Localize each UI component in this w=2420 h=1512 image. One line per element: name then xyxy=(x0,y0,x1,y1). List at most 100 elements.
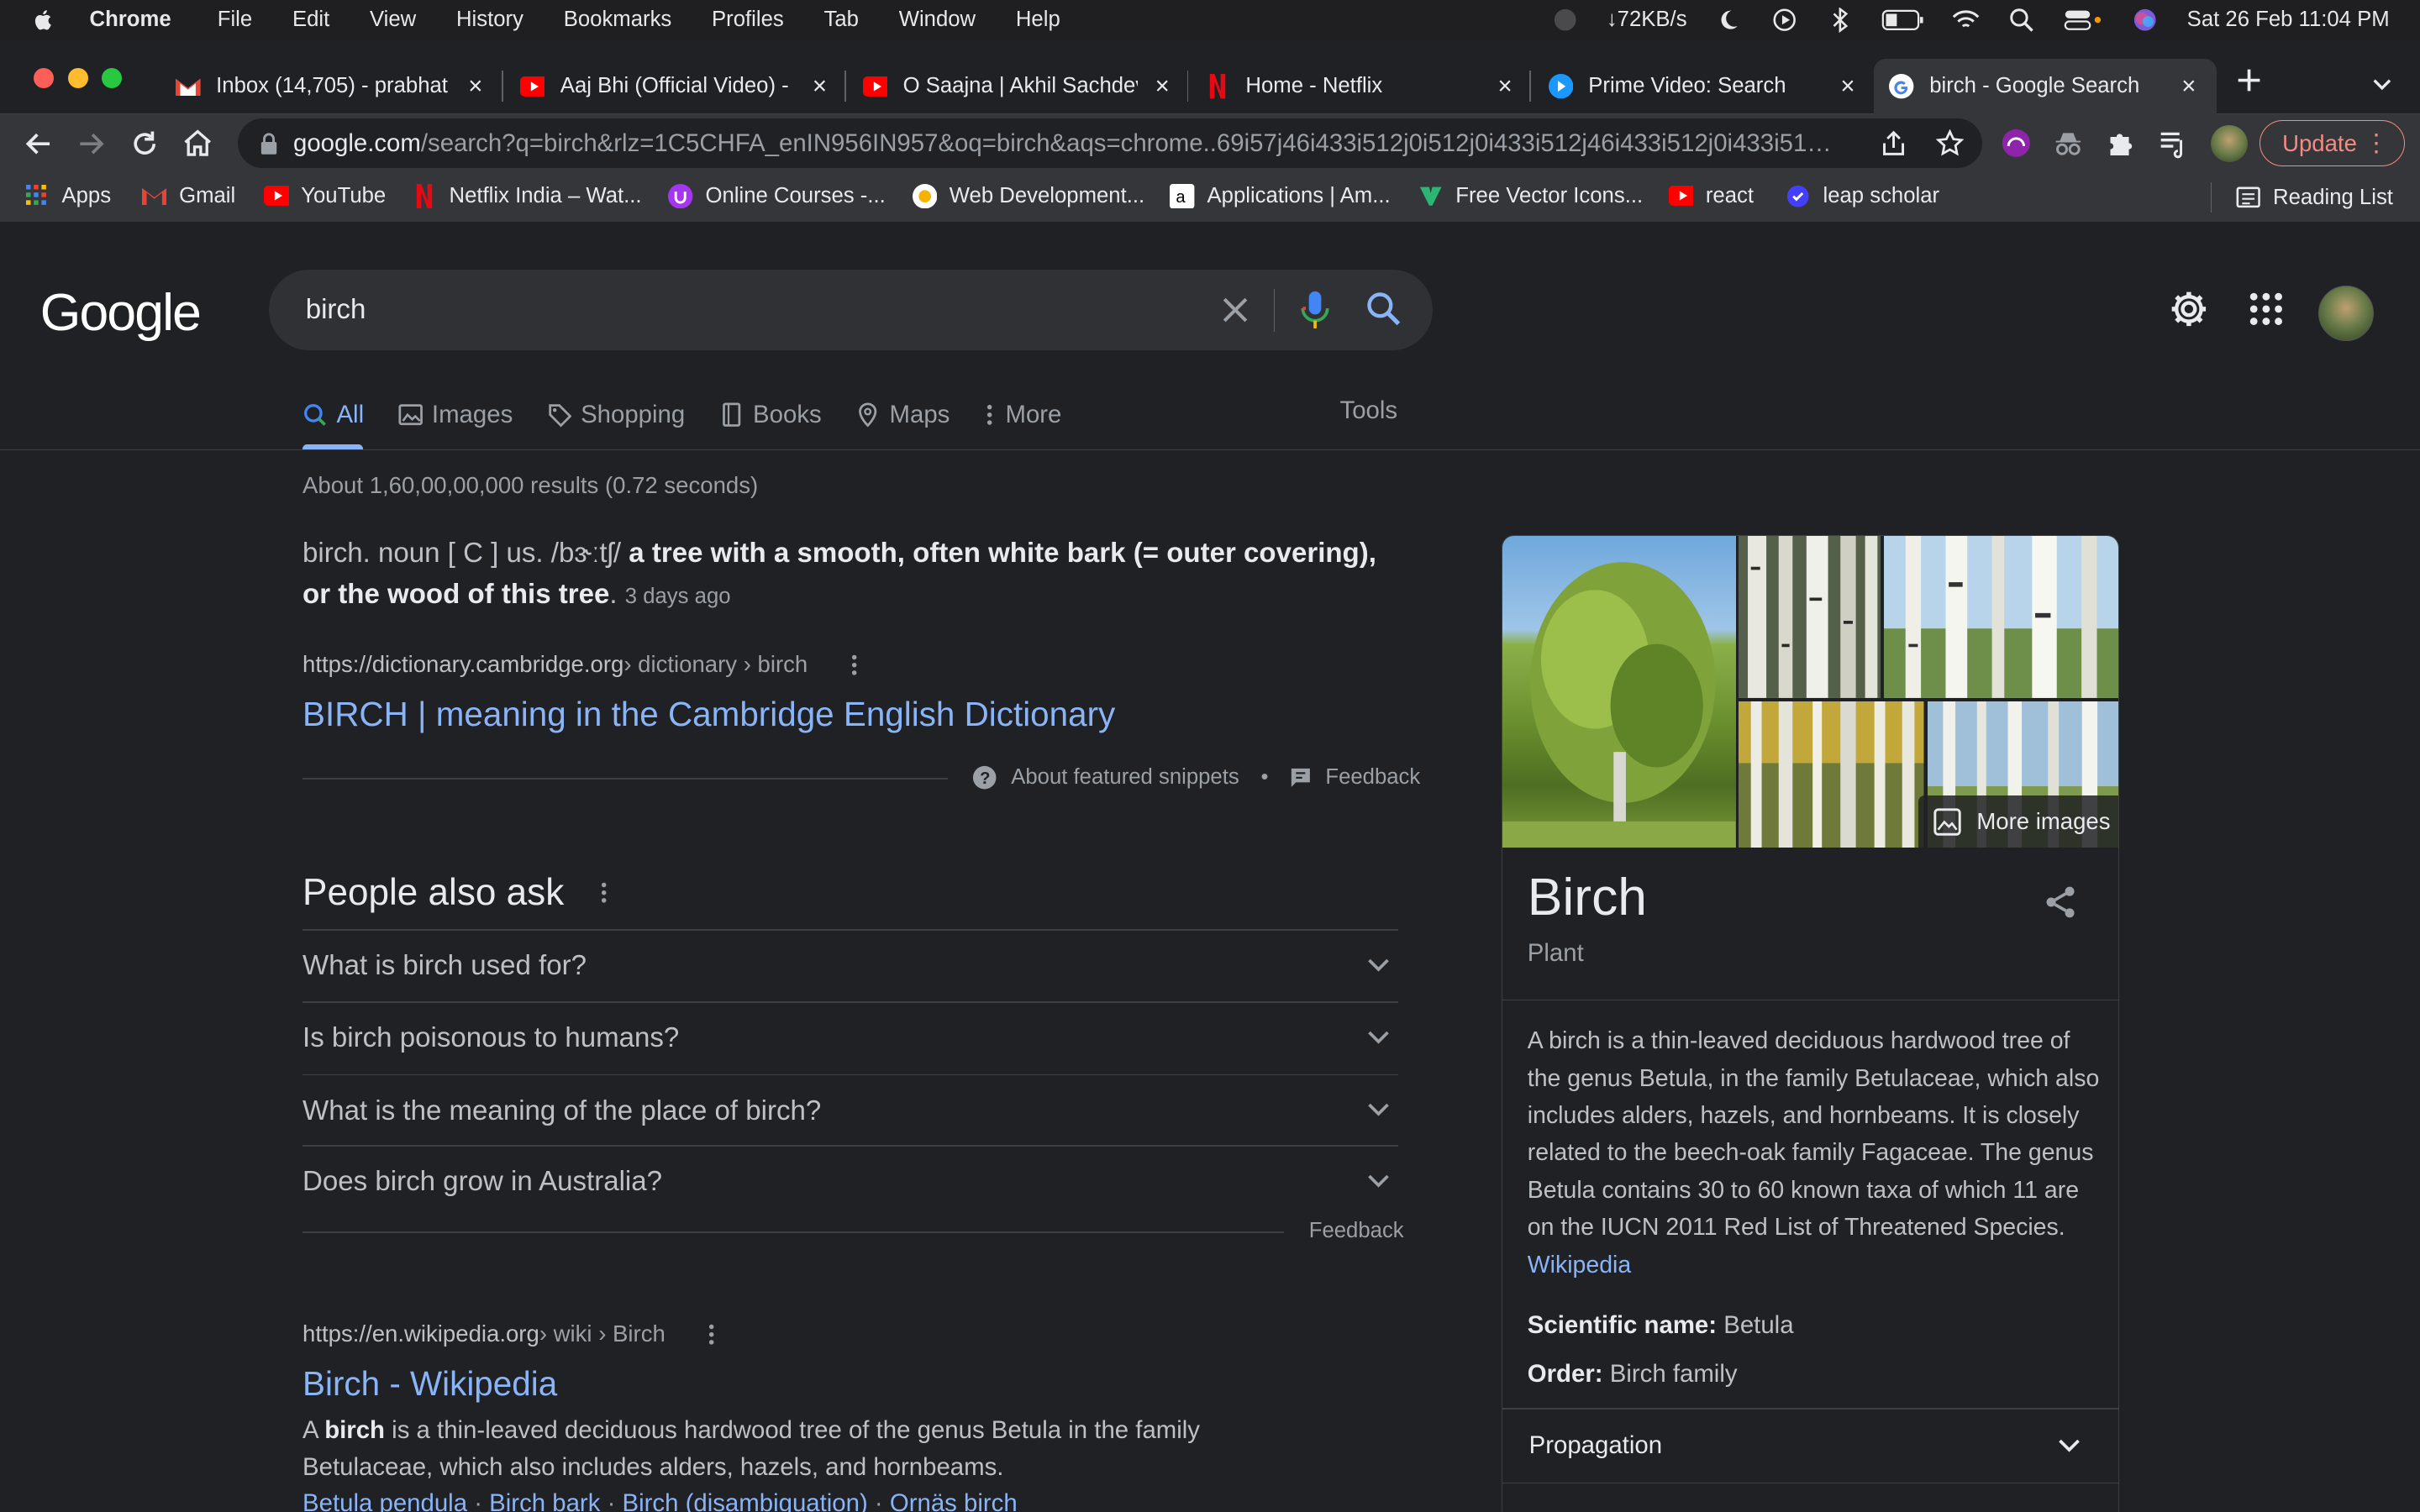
tab-gmail-inbox[interactable]: Inbox (14,705) - prabhat × xyxy=(160,59,503,114)
tools-button[interactable]: Tools xyxy=(1340,396,1398,425)
birch-grove-autumn-image[interactable] xyxy=(1739,701,1924,848)
extensions-puzzle-icon[interactable] xyxy=(2106,128,2137,159)
forward-arrow-icon[interactable] xyxy=(74,127,108,160)
tab-books[interactable]: Books xyxy=(719,396,822,433)
fact-value[interactable]: Birch family xyxy=(1610,1360,1738,1388)
bookmark-netflix-india[interactable]: Netflix India – Wat... xyxy=(412,183,642,208)
chrome-menu-icon[interactable]: ⋮ xyxy=(2364,129,2388,158)
tab-netflix[interactable]: Home - Netflix × xyxy=(1190,59,1533,114)
menu-help[interactable]: Help xyxy=(1016,8,1060,32)
bookmark-amazon-applications[interactable]: a Applications | Am... xyxy=(1170,183,1391,208)
more-images-button[interactable]: More images xyxy=(1918,795,2119,848)
bookmark-gmail[interactable]: Gmail xyxy=(142,184,235,208)
cambridge-citation[interactable]: https://dictionary.cambridge.org › dicti… xyxy=(302,651,866,678)
bookmark-apps[interactable]: Apps xyxy=(24,184,111,208)
close-tab-icon[interactable]: × xyxy=(2176,74,2201,98)
settings-gear-icon[interactable] xyxy=(2169,289,2209,329)
voice-search-icon[interactable] xyxy=(1297,290,1334,330)
account-avatar[interactable] xyxy=(2318,285,2375,341)
menu-tab[interactable]: Tab xyxy=(824,8,859,32)
zoom-window-button[interactable] xyxy=(102,67,123,88)
sublink[interactable]: Birch bark xyxy=(489,1489,600,1512)
bookmark-star-icon[interactable] xyxy=(1935,129,1964,157)
record-icon[interactable] xyxy=(1551,8,1579,32)
paa-question[interactable]: Is birch poisonous to humans? xyxy=(302,1003,1398,1074)
share-icon[interactable] xyxy=(1880,129,1907,157)
paa-question[interactable]: Does birch grow in Australia? xyxy=(302,1147,1398,1218)
tab-all[interactable]: All xyxy=(302,396,364,433)
menu-window[interactable]: Window xyxy=(899,8,976,32)
menu-view[interactable]: View xyxy=(370,8,416,32)
bookmark-web-development[interactable]: Web Development... xyxy=(912,183,1144,208)
network-speed[interactable]: ↓72KB/s xyxy=(1607,8,1687,32)
sublink[interactable]: Birch (disambiguation) xyxy=(623,1489,868,1512)
about-featured-snippets-link[interactable]: About featured snippets xyxy=(1011,765,1239,790)
new-tab-button[interactable] xyxy=(2235,61,2263,103)
tab-maps[interactable]: Maps xyxy=(855,396,950,433)
birch-forest-image[interactable] xyxy=(1884,536,2119,699)
wikipedia-citation[interactable]: https://en.wikipedia.org › wiki › Birch xyxy=(302,1320,724,1347)
wifi-icon[interactable] xyxy=(1952,8,1980,32)
bluetooth-icon[interactable] xyxy=(1826,8,1854,33)
back-arrow-icon[interactable] xyxy=(22,127,55,160)
close-tab-icon[interactable]: × xyxy=(1150,74,1175,98)
battery-icon[interactable] xyxy=(1881,8,1924,32)
menu-bookmarks[interactable]: Bookmarks xyxy=(564,8,672,32)
sublink[interactable]: Ornäs birch xyxy=(890,1489,1018,1512)
snippet-feedback-link[interactable]: Feedback xyxy=(1325,765,1420,790)
menu-history[interactable]: History xyxy=(456,8,523,32)
tab-shopping[interactable]: Shopping xyxy=(547,396,685,433)
close-tab-icon[interactable]: × xyxy=(1492,74,1517,98)
bookmark-leap-scholar[interactable]: leap scholar xyxy=(1786,184,1939,208)
home-icon[interactable] xyxy=(181,127,214,160)
tab-images[interactable]: Images xyxy=(397,396,513,433)
tab-youtube-o-saajna[interactable]: O Saajna | Akhil Sachdev × xyxy=(848,59,1191,114)
play-circle-icon[interactable] xyxy=(1770,8,1798,32)
menu-file[interactable]: File xyxy=(218,8,252,32)
menu-clock[interactable]: Sat 26 Feb 11:04 PM xyxy=(2187,8,2390,32)
tab-prime-video[interactable]: Prime Video: Search × xyxy=(1533,59,1876,114)
paa-feedback-link[interactable]: Feedback xyxy=(1309,1219,1404,1243)
paa-question[interactable]: What is the meaning of the place of birc… xyxy=(302,1075,1398,1147)
bookmark-youtube[interactable]: YouTube xyxy=(264,184,386,208)
close-tab-icon[interactable]: × xyxy=(463,74,487,98)
paa-question[interactable]: What is birch used for? xyxy=(302,931,1398,1002)
wikipedia-result-link[interactable]: Birch - Wikipedia xyxy=(302,1364,557,1404)
birch-trunks-image[interactable] xyxy=(1739,536,1881,699)
menu-app-name[interactable]: Chrome xyxy=(90,8,171,32)
bookmark-free-vector-icons[interactable]: Free Vector Icons... xyxy=(1418,184,1643,208)
tab-google-search[interactable]: birch - Google Search × xyxy=(1874,58,2217,114)
propagation-expander[interactable]: Propagation xyxy=(1529,1431,1662,1460)
fact-value[interactable]: Betula xyxy=(1723,1311,1793,1339)
close-window-button[interactable] xyxy=(34,67,55,88)
reading-list-button[interactable]: Reading List xyxy=(2210,181,2393,213)
birch-tree-image[interactable] xyxy=(1502,536,1736,848)
minimize-window-button[interactable] xyxy=(67,67,88,88)
tab-search-chevron-icon[interactable] xyxy=(2371,71,2393,99)
tab-youtube-aaj-bhi[interactable]: Aaj Bhi (Official Video) - × xyxy=(505,59,848,114)
search-box[interactable]: birch xyxy=(268,270,1433,350)
extension-incognito-icon[interactable] xyxy=(2053,128,2084,159)
control-center-icon[interactable] xyxy=(2064,8,2104,32)
close-tab-icon[interactable]: × xyxy=(1835,74,1860,98)
moon-icon[interactable] xyxy=(1715,8,1743,32)
media-queue-icon[interactable] xyxy=(2158,128,2189,159)
result-options-icon[interactable] xyxy=(842,653,866,677)
menu-profiles[interactable]: Profiles xyxy=(712,8,784,32)
address-bar[interactable]: google.com/search?q=birch&rlz=1C5CHFA_en… xyxy=(237,118,1982,169)
bookmark-react[interactable]: react xyxy=(1668,184,1754,208)
search-input[interactable]: birch xyxy=(306,294,366,326)
cambridge-result-link[interactable]: BIRCH | meaning in the Cambridge English… xyxy=(302,695,1115,734)
clear-search-icon[interactable] xyxy=(1217,291,1254,328)
knowledge-panel-images[interactable]: More images xyxy=(1502,536,2119,848)
profile-avatar[interactable] xyxy=(2210,124,2248,162)
bookmark-online-courses[interactable]: Online Courses -... xyxy=(668,183,886,208)
menu-edit[interactable]: Edit xyxy=(292,8,329,32)
sublink[interactable]: Betula pendula xyxy=(302,1489,467,1512)
lock-icon[interactable] xyxy=(260,133,278,155)
google-apps-icon[interactable] xyxy=(2246,289,2286,329)
tab-more[interactable]: More xyxy=(984,396,1061,433)
paa-options-icon[interactable] xyxy=(592,880,616,905)
search-submit-icon[interactable] xyxy=(1365,290,1402,327)
close-tab-icon[interactable]: × xyxy=(808,74,832,98)
